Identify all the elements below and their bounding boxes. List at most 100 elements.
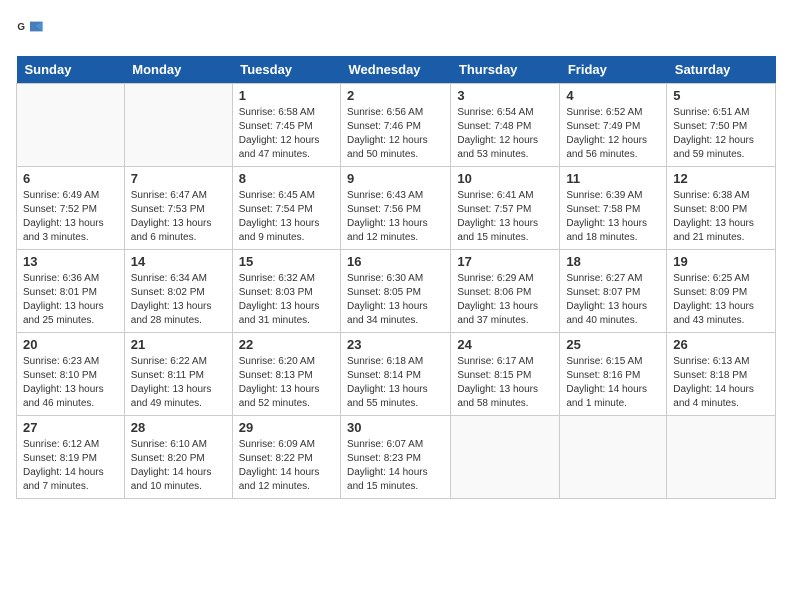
day-info: Sunrise: 6:39 AM Sunset: 7:58 PM Dayligh… — [566, 189, 660, 245]
day-header-wednesday: Wednesday — [341, 56, 451, 84]
day-info: Sunrise: 6:12 AM Sunset: 8:19 PM Dayligh… — [23, 438, 118, 494]
day-cell: 25 Sunrise: 6:15 AM Sunset: 8:16 PM Dayli… — [560, 333, 667, 416]
day-info: Sunrise: 6:22 AM Sunset: 8:11 PM Dayligh… — [131, 355, 226, 411]
day-cell: 14Sunrise: 6:34 AM Sunset: 8:02 PM Dayli… — [124, 250, 232, 333]
day-cell — [124, 84, 232, 167]
week-row-1: 1 Sunrise: 6:58 AM Sunset: 7:45 PM Daylig… — [17, 84, 776, 167]
day-info: Sunrise: 6:54 AM Sunset: 7:48 PM Dayligh… — [457, 106, 553, 162]
day-number: 4 — [566, 88, 660, 103]
day-cell: 24Sunrise: 6:17 AM Sunset: 8:15 PM Dayli… — [451, 333, 560, 416]
calendar-header-row: SundayMondayTuesdayWednesdayThursdayFrid… — [17, 56, 776, 84]
day-number: 22 — [239, 337, 334, 352]
day-info: Sunrise: 6:27 AM Sunset: 8:07 PM Dayligh… — [566, 272, 660, 328]
day-number: 13 — [23, 254, 118, 269]
day-header-friday: Friday — [560, 56, 667, 84]
logo-icon: G — [16, 16, 44, 44]
day-number: 11 — [566, 171, 660, 186]
day-number: 7 — [131, 171, 226, 186]
day-cell: 22 Sunrise: 6:20 AM Sunset: 8:13 PM Dayli… — [232, 333, 340, 416]
day-cell: 27Sunrise: 6:12 AM Sunset: 8:19 PM Dayli… — [17, 416, 125, 499]
day-number: 24 — [457, 337, 553, 352]
week-row-5: 27Sunrise: 6:12 AM Sunset: 8:19 PM Dayli… — [17, 416, 776, 499]
day-cell: 6Sunrise: 6:49 AM Sunset: 7:52 PM Daylig… — [17, 167, 125, 250]
day-header-monday: Monday — [124, 56, 232, 84]
day-cell: 10 Sunrise: 6:41 AM Sunset: 7:57 PM Dayli… — [451, 167, 560, 250]
day-cell: 26 Sunrise: 6:13 AM Sunset: 8:18 PM Dayli… — [667, 333, 776, 416]
day-info: Sunrise: 6:20 AM Sunset: 8:13 PM Dayligh… — [239, 355, 334, 411]
day-cell: 9 Sunrise: 6:43 AM Sunset: 7:56 PM Daylig… — [341, 167, 451, 250]
day-info: Sunrise: 6:30 AM Sunset: 8:05 PM Dayligh… — [347, 272, 444, 328]
day-info: Sunrise: 6:18 AM Sunset: 8:14 PM Dayligh… — [347, 355, 444, 411]
day-info: Sunrise: 6:29 AM Sunset: 8:06 PM Dayligh… — [457, 272, 553, 328]
day-info: Sunrise: 6:41 AM Sunset: 7:57 PM Dayligh… — [457, 189, 553, 245]
day-cell: 7 Sunrise: 6:47 AM Sunset: 7:53 PM Daylig… — [124, 167, 232, 250]
week-row-2: 6Sunrise: 6:49 AM Sunset: 7:52 PM Daylig… — [17, 167, 776, 250]
calendar-body: 1 Sunrise: 6:58 AM Sunset: 7:45 PM Daylig… — [17, 84, 776, 499]
day-info: Sunrise: 6:52 AM Sunset: 7:49 PM Dayligh… — [566, 106, 660, 162]
day-number: 25 — [566, 337, 660, 352]
day-cell: 18 Sunrise: 6:27 AM Sunset: 8:07 PM Dayli… — [560, 250, 667, 333]
day-cell: 5Sunrise: 6:51 AM Sunset: 7:50 PM Daylig… — [667, 84, 776, 167]
day-number: 8 — [239, 171, 334, 186]
day-number: 26 — [673, 337, 769, 352]
day-number: 20 — [23, 337, 118, 352]
day-cell: 12 Sunrise: 6:38 AM Sunset: 8:00 PM Dayli… — [667, 167, 776, 250]
day-cell — [560, 416, 667, 499]
day-header-thursday: Thursday — [451, 56, 560, 84]
day-number: 14 — [131, 254, 226, 269]
day-cell: 19 Sunrise: 6:25 AM Sunset: 8:09 PM Dayli… — [667, 250, 776, 333]
day-cell — [451, 416, 560, 499]
day-cell: 20 Sunrise: 6:23 AM Sunset: 8:10 PM Dayli… — [17, 333, 125, 416]
day-info: Sunrise: 6:13 AM Sunset: 8:18 PM Dayligh… — [673, 355, 769, 411]
day-cell: 21 Sunrise: 6:22 AM Sunset: 8:11 PM Dayli… — [124, 333, 232, 416]
day-info: Sunrise: 6:45 AM Sunset: 7:54 PM Dayligh… — [239, 189, 334, 245]
day-cell: 3 Sunrise: 6:54 AM Sunset: 7:48 PM Daylig… — [451, 84, 560, 167]
day-number: 6 — [23, 171, 118, 186]
day-info: Sunrise: 6:47 AM Sunset: 7:53 PM Dayligh… — [131, 189, 226, 245]
calendar-table: SundayMondayTuesdayWednesdayThursdayFrid… — [16, 56, 776, 499]
svg-text:G: G — [17, 22, 25, 33]
day-number: 12 — [673, 171, 769, 186]
day-info: Sunrise: 6:56 AM Sunset: 7:46 PM Dayligh… — [347, 106, 444, 162]
day-info: Sunrise: 6:43 AM Sunset: 7:56 PM Dayligh… — [347, 189, 444, 245]
day-header-saturday: Saturday — [667, 56, 776, 84]
day-cell — [17, 84, 125, 167]
day-info: Sunrise: 6:32 AM Sunset: 8:03 PM Dayligh… — [239, 272, 334, 328]
day-number: 28 — [131, 420, 226, 435]
day-number: 3 — [457, 88, 553, 103]
day-cell: 13Sunrise: 6:36 AM Sunset: 8:01 PM Dayli… — [17, 250, 125, 333]
day-number: 17 — [457, 254, 553, 269]
day-number: 21 — [131, 337, 226, 352]
day-cell: 4 Sunrise: 6:52 AM Sunset: 7:49 PM Daylig… — [560, 84, 667, 167]
day-cell — [667, 416, 776, 499]
day-number: 1 — [239, 88, 334, 103]
day-cell: 2Sunrise: 6:56 AM Sunset: 7:46 PM Daylig… — [341, 84, 451, 167]
day-info: Sunrise: 6:15 AM Sunset: 8:16 PM Dayligh… — [566, 355, 660, 411]
day-number: 29 — [239, 420, 334, 435]
week-row-4: 20 Sunrise: 6:23 AM Sunset: 8:10 PM Dayli… — [17, 333, 776, 416]
day-info: Sunrise: 6:58 AM Sunset: 7:45 PM Dayligh… — [239, 106, 334, 162]
day-info: Sunrise: 6:38 AM Sunset: 8:00 PM Dayligh… — [673, 189, 769, 245]
day-number: 10 — [457, 171, 553, 186]
day-number: 15 — [239, 254, 334, 269]
day-cell: 8 Sunrise: 6:45 AM Sunset: 7:54 PM Daylig… — [232, 167, 340, 250]
day-cell: 29 Sunrise: 6:09 AM Sunset: 8:22 PM Dayli… — [232, 416, 340, 499]
day-info: Sunrise: 6:09 AM Sunset: 8:22 PM Dayligh… — [239, 438, 334, 494]
day-cell: 23 Sunrise: 6:18 AM Sunset: 8:14 PM Dayli… — [341, 333, 451, 416]
day-info: Sunrise: 6:25 AM Sunset: 8:09 PM Dayligh… — [673, 272, 769, 328]
day-number: 9 — [347, 171, 444, 186]
page-header: G — [16, 16, 776, 44]
day-header-tuesday: Tuesday — [232, 56, 340, 84]
day-cell: 11 Sunrise: 6:39 AM Sunset: 7:58 PM Dayli… — [560, 167, 667, 250]
day-number: 23 — [347, 337, 444, 352]
day-cell: 28 Sunrise: 6:10 AM Sunset: 8:20 PM Dayli… — [124, 416, 232, 499]
day-info: Sunrise: 6:51 AM Sunset: 7:50 PM Dayligh… — [673, 106, 769, 162]
day-info: Sunrise: 6:23 AM Sunset: 8:10 PM Dayligh… — [23, 355, 118, 411]
day-cell: 1 Sunrise: 6:58 AM Sunset: 7:45 PM Daylig… — [232, 84, 340, 167]
day-cell: 30Sunrise: 6:07 AM Sunset: 8:23 PM Dayli… — [341, 416, 451, 499]
day-number: 16 — [347, 254, 444, 269]
day-cell: 16 Sunrise: 6:30 AM Sunset: 8:05 PM Dayli… — [341, 250, 451, 333]
day-number: 18 — [566, 254, 660, 269]
day-number: 19 — [673, 254, 769, 269]
day-info: Sunrise: 6:10 AM Sunset: 8:20 PM Dayligh… — [131, 438, 226, 494]
